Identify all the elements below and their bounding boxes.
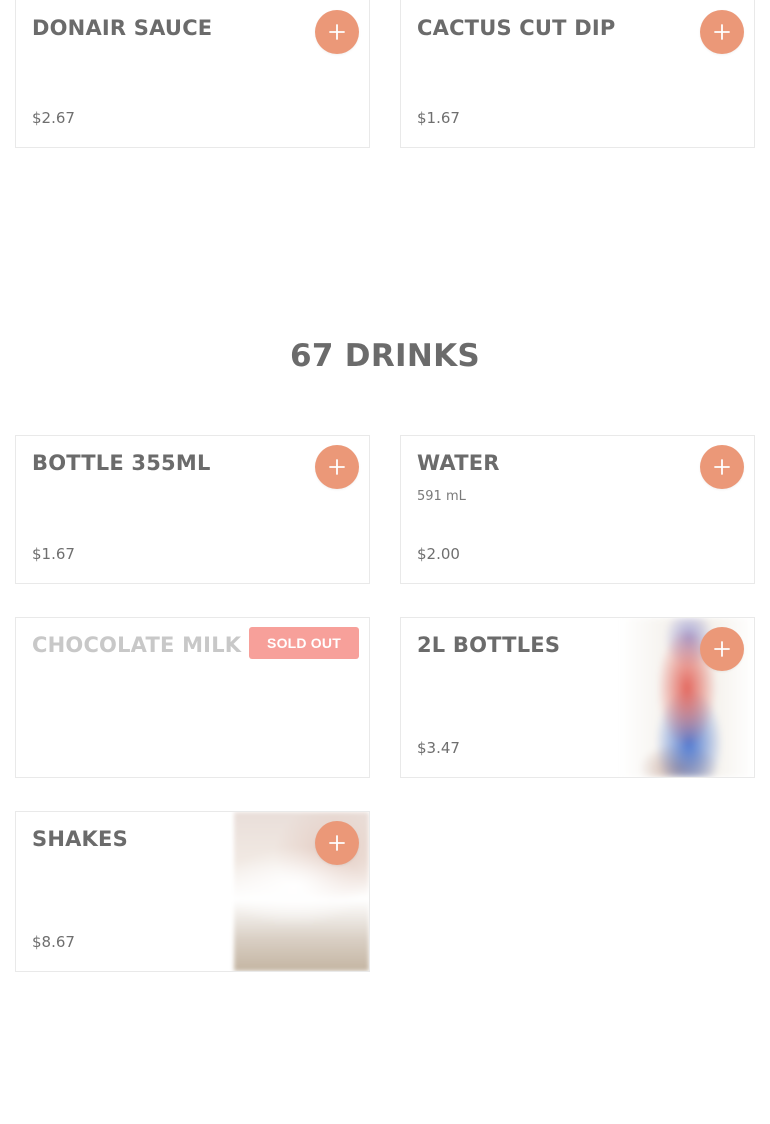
- add-to-cart-button[interactable]: [315, 445, 359, 489]
- plus-icon: [714, 24, 730, 40]
- plus-icon: [714, 641, 730, 657]
- item-name: WATER: [417, 451, 500, 475]
- plus-icon: [329, 24, 345, 40]
- plus-icon: [714, 459, 730, 475]
- sold-out-badge: SOLD OUT: [249, 627, 359, 659]
- item-name: SHAKES: [32, 827, 128, 851]
- add-to-cart-button[interactable]: [700, 627, 744, 671]
- menu-item-card[interactable]: CACTUS CUT DIP $1.67: [400, 0, 755, 148]
- item-price: $3.47: [417, 739, 460, 757]
- add-to-cart-button[interactable]: [700, 10, 744, 54]
- item-name: 2L BOTTLES: [417, 633, 561, 657]
- item-description: 591 mL: [417, 489, 466, 504]
- item-name: BOTTLE 355ML: [32, 451, 211, 475]
- add-to-cart-button[interactable]: [315, 10, 359, 54]
- item-name: CACTUS CUT DIP: [417, 16, 616, 40]
- item-name: DONAIR SAUCE: [32, 16, 213, 40]
- add-to-cart-button[interactable]: [700, 445, 744, 489]
- menu-item-card-sold-out: CHOCOLATE MILK SOLD OUT: [15, 617, 370, 778]
- item-price: $1.67: [417, 109, 460, 127]
- plus-icon: [329, 459, 345, 475]
- menu-item-card[interactable]: SHAKES $8.67: [15, 811, 370, 972]
- item-price: $2.00: [417, 545, 460, 563]
- add-to-cart-button[interactable]: [315, 821, 359, 865]
- item-name: CHOCOLATE MILK: [32, 633, 242, 657]
- item-price: $1.67: [32, 545, 75, 563]
- menu-item-card[interactable]: BOTTLE 355ML $1.67: [15, 435, 370, 584]
- item-price: $2.67: [32, 109, 75, 127]
- plus-icon: [329, 835, 345, 851]
- menu-item-card[interactable]: WATER 591 mL $2.00: [400, 435, 755, 584]
- menu-item-card[interactable]: DONAIR SAUCE $2.67: [15, 0, 370, 148]
- item-price: $8.67: [32, 933, 75, 951]
- section-title-drinks: 67 DRINKS: [289, 338, 481, 374]
- menu-item-card[interactable]: 2L BOTTLES $3.47: [400, 617, 755, 778]
